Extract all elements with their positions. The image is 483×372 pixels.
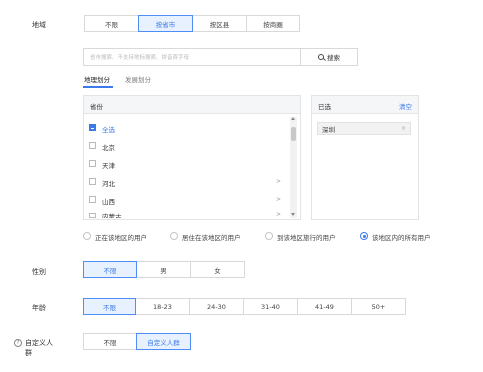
province-item-neimenggu[interactable]: 内蒙古 <box>102 211 122 218</box>
tab-geographic[interactable]: 地理划分 <box>84 74 110 84</box>
province-item-tianjin[interactable]: 天津 <box>102 160 115 170</box>
age-option-24-30[interactable]: 24-30 <box>189 298 244 315</box>
gender-segmented: 不限 男 女 <box>83 261 245 278</box>
custom-audience-label: 自定义人 <box>25 339 53 347</box>
gender-option-unlimited[interactable]: 不限 <box>83 261 137 278</box>
region-option-business[interactable]: 按商圈 <box>246 15 300 32</box>
selected-tag-label: 深圳 <box>322 125 335 134</box>
province-item-beijing[interactable]: 北京 <box>102 142 115 152</box>
selected-panel: 已选 清空 <box>311 95 419 220</box>
select-all-checkbox[interactable] <box>89 124 96 131</box>
clear-button[interactable]: 清空 <box>399 101 412 111</box>
province-checkbox-shanxi[interactable] <box>89 196 96 203</box>
region-option-province[interactable]: 按省市 <box>138 15 193 32</box>
region-search-button[interactable]: 搜索 <box>301 48 358 66</box>
gender-label: 性别 <box>32 268 46 276</box>
scope-label-current[interactable]: 正在该地区的用户 <box>95 232 147 242</box>
region-label: 地域 <box>32 21 46 29</box>
search-button-label: 搜索 <box>327 54 340 62</box>
close-icon[interactable]: × <box>401 125 406 132</box>
active-tab-indicator <box>83 86 113 88</box>
region-segmented: 不限 按省市 按区县 按商圈 <box>84 15 300 32</box>
scrollbar-thumb[interactable] <box>291 127 296 141</box>
expand-chevron-icon[interactable]: > <box>276 211 281 218</box>
age-option-50-plus[interactable]: 50+ <box>351 298 406 315</box>
question-circle-icon[interactable]: ? <box>14 339 22 347</box>
scope-label-resident[interactable]: 居住在该地区的用户 <box>182 232 241 242</box>
province-checkbox-tianjin[interactable] <box>89 160 96 167</box>
age-segmented: 不限 18-23 24-30 31-40 41-49 50+ <box>83 298 406 315</box>
search-icon <box>318 54 324 60</box>
scope-label-traveler[interactable]: 到该地区旅行的用户 <box>277 232 336 242</box>
scroll-down-icon[interactable] <box>291 213 295 216</box>
custom-audience-label-cont: 群 <box>25 349 32 357</box>
province-panel-title: 省份 <box>90 103 103 111</box>
province-item-select-all[interactable]: 全选 <box>102 124 115 134</box>
age-option-unlimited[interactable]: 不限 <box>83 298 136 315</box>
custom-audience-option-custom[interactable]: 自定义人群 <box>136 333 191 350</box>
selected-panel-title: 已选 <box>318 103 331 111</box>
expand-chevron-icon[interactable]: > <box>276 196 281 203</box>
selected-panel-header: 已选 清空 <box>312 96 418 114</box>
scope-radio-all[interactable] <box>360 232 368 240</box>
province-checkbox-neimenggu[interactable] <box>89 213 96 218</box>
expand-chevron-icon[interactable]: > <box>276 178 281 185</box>
selected-tag: 深圳 × <box>317 122 411 135</box>
gender-option-male[interactable]: 男 <box>136 261 191 278</box>
age-option-18-23[interactable]: 18-23 <box>135 298 190 315</box>
scope-radio-current[interactable] <box>83 232 91 240</box>
region-option-unlimited[interactable]: 不限 <box>84 15 139 32</box>
scroll-up-icon[interactable] <box>291 117 295 120</box>
age-label: 年龄 <box>32 304 46 312</box>
province-checkbox-beijing[interactable] <box>89 142 96 149</box>
scope-radio-traveler[interactable] <box>265 232 273 240</box>
age-option-31-40[interactable]: 31-40 <box>243 298 298 315</box>
custom-audience-segmented: 不限 自定义人群 <box>83 333 191 350</box>
province-panel-header: 省份 <box>84 96 300 114</box>
tab-development[interactable]: 发展划分 <box>125 74 151 84</box>
province-panel: 省份 <box>83 95 301 220</box>
custom-audience-option-unlimited[interactable]: 不限 <box>83 333 137 350</box>
gender-option-female[interactable]: 女 <box>190 261 245 278</box>
region-option-county[interactable]: 按区县 <box>192 15 247 32</box>
scope-radio-resident[interactable] <box>170 232 178 240</box>
province-item-hebei[interactable]: 河北 <box>102 178 115 188</box>
scope-label-all[interactable]: 该地区内的所有用户 <box>372 232 431 242</box>
province-checkbox-hebei[interactable] <box>89 178 96 185</box>
age-option-41-49[interactable]: 41-49 <box>297 298 352 315</box>
region-search-input[interactable]: 省市搜索、不支持地标搜索、拼音首字母 <box>83 48 301 66</box>
province-item-shanxi[interactable]: 山西 <box>102 196 115 206</box>
